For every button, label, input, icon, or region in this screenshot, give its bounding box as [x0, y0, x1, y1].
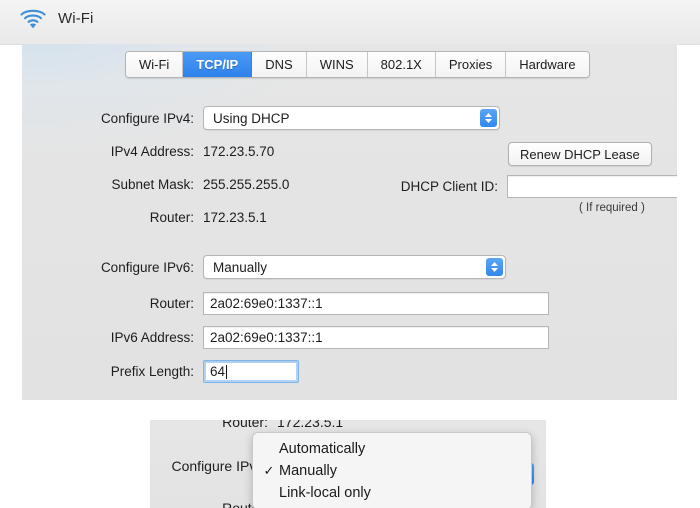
header-content: Wi-Fi: [18, 6, 93, 30]
prefix-length-value: 64: [210, 364, 225, 379]
ipv4-router-value: 172.23.5.1: [203, 210, 267, 225]
ipv6-address-label: IPv6 Address:: [74, 330, 203, 345]
chevron-up-icon: [491, 262, 498, 266]
configure-ipv6-row: Configure IPv6: Manually: [74, 255, 506, 279]
chevron-up-icon: [485, 113, 492, 117]
menu-item-label: Link-local only: [279, 485, 371, 501]
page-title: Wi-Fi: [58, 10, 93, 27]
menu-item-automatically[interactable]: Automatically: [253, 438, 531, 460]
configure-ipv4-select[interactable]: Using DHCP: [203, 106, 500, 130]
configure-ipv6-dropdown-menu: Automatically ✓ Manually Link-local only: [252, 432, 532, 508]
subnet-mask-row: Subnet Mask: 255.255.255.0: [74, 177, 289, 192]
stepper-icon[interactable]: [486, 258, 503, 276]
text-caret: [226, 365, 227, 379]
dhcp-client-id-row: DHCP Client ID:: [374, 175, 677, 198]
configure-ipv6-select[interactable]: Manually: [203, 255, 506, 279]
ipv6-router-input[interactable]: 2a02:69e0:1337::1: [203, 292, 549, 315]
ipv4-router-row: Router: 172.23.5.1: [74, 210, 267, 225]
tab-wifi[interactable]: Wi-Fi: [126, 52, 183, 77]
configure-ipv6-value: Manually: [204, 260, 267, 275]
prefix-length-input[interactable]: 64: [203, 360, 299, 383]
tab-bar: Wi-Fi TCP/IP DNS WINS 802.1X Proxies Har…: [125, 51, 590, 78]
ipv4-router-label: Router:: [74, 210, 203, 225]
tab-8021x[interactable]: 802.1X: [368, 52, 436, 77]
zoom-detail-inset: Router: 172.23.5.1 Configure IPv6: Route…: [150, 420, 546, 508]
ipv6-router-label: Router:: [74, 296, 203, 311]
tab-tcpip[interactable]: TCP/IP: [183, 52, 252, 77]
tab-proxies[interactable]: Proxies: [436, 52, 506, 77]
dhcp-client-id-label: DHCP Client ID:: [374, 179, 507, 194]
stepper-icon[interactable]: [480, 109, 497, 127]
inset-top-router-row: Router: 172.23.5.1: [150, 420, 343, 430]
menu-item-manually[interactable]: ✓ Manually: [253, 460, 531, 482]
menu-item-label: Manually: [279, 463, 337, 479]
window-header: Wi-Fi: [0, 0, 700, 45]
configure-ipv4-value: Using DHCP: [204, 111, 290, 126]
checkmark-icon: ✓: [259, 463, 279, 479]
configure-ipv6-label: Configure IPv6:: [74, 260, 203, 275]
tab-wins[interactable]: WINS: [307, 52, 368, 77]
prefix-length-row: Prefix Length: 64: [74, 360, 299, 383]
ipv4-address-value: 172.23.5.70: [203, 144, 274, 159]
renew-dhcp-lease-button[interactable]: Renew DHCP Lease: [508, 142, 652, 166]
chevron-down-icon: [485, 119, 492, 123]
subnet-mask-value: 255.255.255.0: [203, 177, 289, 192]
ipv6-address-input[interactable]: 2a02:69e0:1337::1: [203, 326, 549, 349]
inset-top-router-value: 172.23.5.1: [277, 420, 343, 430]
dhcp-client-id-input[interactable]: [507, 175, 677, 198]
preferences-panel: Wi-Fi TCP/IP DNS WINS 802.1X Proxies Har…: [22, 44, 677, 400]
wifi-icon: [18, 6, 48, 30]
tab-hardware[interactable]: Hardware: [506, 52, 588, 77]
subnet-mask-label: Subnet Mask:: [74, 177, 203, 192]
menu-item-link-local-only[interactable]: Link-local only: [253, 482, 531, 504]
menu-item-label: Automatically: [279, 441, 365, 457]
configure-ipv4-label: Configure IPv4:: [74, 111, 203, 126]
ipv6-router-row: Router: 2a02:69e0:1337::1: [74, 292, 549, 315]
dhcp-client-id-hint: ( If required ): [579, 202, 645, 214]
configure-ipv4-row: Configure IPv4: Using DHCP: [74, 106, 500, 130]
tab-dns[interactable]: DNS: [252, 52, 306, 77]
chevron-down-icon: [491, 268, 498, 272]
inset-top-router-label: Router:: [150, 420, 277, 430]
prefix-length-label: Prefix Length:: [74, 364, 203, 379]
ipv4-address-row: IPv4 Address: 172.23.5.70: [74, 144, 274, 159]
ipv4-address-label: IPv4 Address:: [74, 144, 203, 159]
ipv6-address-row: IPv6 Address: 2a02:69e0:1337::1: [74, 326, 549, 349]
